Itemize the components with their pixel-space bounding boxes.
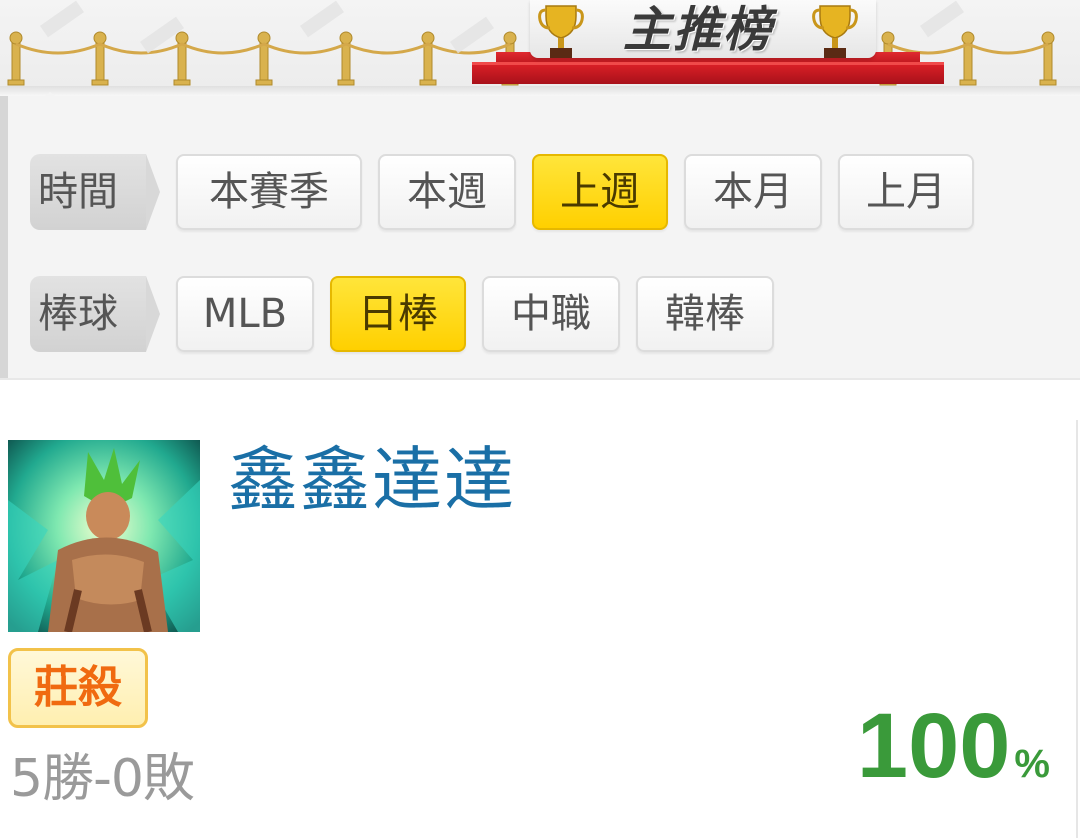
sport-option-kbo[interactable]: 韓棒 xyxy=(636,276,774,352)
sport-filter-row: 棒球 MLB 日棒 中職 韓棒 xyxy=(30,276,774,352)
win-rate-value: 100 xyxy=(856,695,1011,797)
time-filter-label: 時間 xyxy=(30,154,160,230)
banner-title: 主推榜 xyxy=(622,2,773,58)
red-carpet xyxy=(472,62,944,84)
header-banner: 主推榜 xyxy=(0,0,1080,96)
time-option-last-week[interactable]: 上週 xyxy=(532,154,668,230)
win-loss-record: 5勝-0敗 xyxy=(10,749,195,809)
sport-option-mlb[interactable]: MLB xyxy=(176,276,314,352)
avatar[interactable] xyxy=(8,440,200,632)
avatar-image xyxy=(8,440,200,632)
time-option-last-month[interactable]: 上月 xyxy=(838,154,974,230)
sport-filter-label: 棒球 xyxy=(30,276,160,352)
card-border xyxy=(1076,420,1078,838)
time-option-this-month[interactable]: 本月 xyxy=(684,154,822,230)
time-filter-row: 時間 本賽季 本週 上週 本月 上月 xyxy=(30,154,974,230)
win-rate-unit: % xyxy=(1014,742,1050,786)
filter-panel: 時間 本賽季 本週 上週 本月 上月 棒球 MLB 日棒 中職 韓棒 xyxy=(0,96,1080,378)
tag-badge: 莊殺 xyxy=(8,648,148,728)
time-option-this-week[interactable]: 本週 xyxy=(378,154,516,230)
panel-pointer xyxy=(40,92,60,100)
win-rate: 100 % xyxy=(857,696,1050,796)
trophy-icon xyxy=(812,5,858,58)
banner-divider xyxy=(0,86,1080,96)
time-option-season[interactable]: 本賽季 xyxy=(176,154,362,230)
sport-option-npb[interactable]: 日棒 xyxy=(330,276,466,352)
sport-option-cpbl[interactable]: 中職 xyxy=(482,276,620,352)
user-name[interactable]: 鑫鑫達達 xyxy=(228,440,516,520)
trophy-icon xyxy=(538,5,584,58)
